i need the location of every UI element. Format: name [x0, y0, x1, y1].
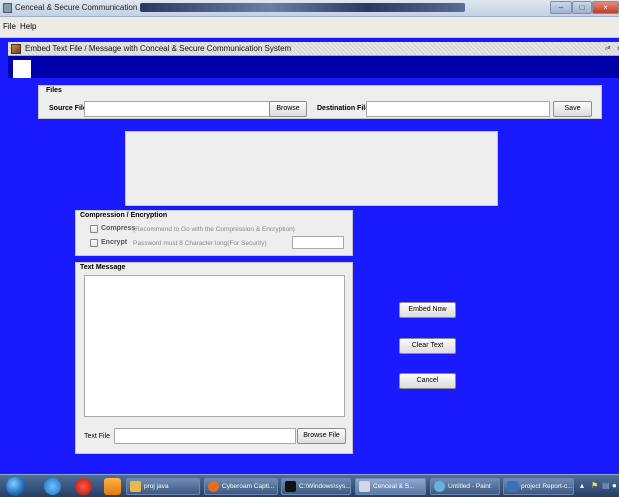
- taskbar-item-cyberoam[interactable]: Cyberoam Capti...: [204, 478, 278, 495]
- java-icon: [359, 481, 370, 492]
- taskbar-item-label: Untitled - Paint: [448, 483, 491, 490]
- compress-label: Compress: [101, 225, 136, 232]
- taskbar-item-cmd[interactable]: C:\Windows\sys...: [281, 478, 351, 495]
- text-message-panel: Text Message Text File Browse File: [75, 262, 353, 454]
- frame-restore-button[interactable]: ▫ˣ: [605, 44, 610, 53]
- toolbar-strip: [8, 56, 619, 78]
- tray-network-icon[interactable]: ▤: [602, 481, 610, 490]
- taskbar-item-proj-java[interactable]: proj java: [126, 478, 200, 495]
- tray-volume-icon[interactable]: ●: [612, 481, 617, 490]
- text-message-legend: Text Message: [79, 264, 127, 271]
- encrypt-hint: Password must 8 Character long(For Secur…: [133, 240, 267, 247]
- tray-flag-icon[interactable]: ⚑: [591, 481, 598, 490]
- text-file-label: Text File: [84, 433, 111, 440]
- menu-bar: File Help: [0, 17, 619, 38]
- browse-button[interactable]: Browse: [269, 101, 307, 117]
- ie-icon[interactable]: [44, 478, 61, 495]
- internal-frame-title: Embed Text File / Message with Conceal &…: [25, 44, 292, 53]
- firefox-icon: [208, 481, 219, 492]
- close-button[interactable]: ×: [592, 1, 619, 14]
- text-file-input[interactable]: [114, 428, 296, 444]
- taskbar-item-label: project Report-c...: [521, 483, 573, 490]
- media-player-icon[interactable]: [104, 478, 121, 495]
- paint-icon: [434, 481, 445, 492]
- destination-file-input[interactable]: [366, 101, 550, 117]
- taskbar-item-label: C:\Windows\sys...: [299, 483, 351, 490]
- taskbar-item-label: Cyberoam Capti...: [222, 483, 275, 490]
- maximize-button[interactable]: □: [572, 1, 592, 14]
- tray-arrow-icon[interactable]: ▴: [580, 481, 584, 490]
- taskbar-item-label: Cenceal & S...: [373, 483, 415, 490]
- preview-panel: [125, 131, 498, 206]
- opera-icon[interactable]: [75, 478, 92, 495]
- files-legend: Files: [45, 87, 63, 94]
- taskbar: proj java Cyberoam Capti... C:\Windows\s…: [0, 474, 619, 497]
- clear-text-button[interactable]: Clear Text: [399, 338, 456, 354]
- compression-encryption-panel: Compression / Encryption Compress (Recom…: [75, 210, 353, 256]
- cancel-button[interactable]: Cancel: [399, 373, 456, 389]
- browse-file-button[interactable]: Browse File: [297, 428, 346, 444]
- window-title-bar[interactable]: Cenceal & Secure Communication System – …: [0, 0, 619, 17]
- start-button-icon[interactable]: [6, 477, 25, 496]
- password-input[interactable]: [292, 236, 344, 249]
- compress-checkbox[interactable]: [90, 225, 98, 233]
- toolbar-placeholder: [13, 60, 31, 78]
- cmd-icon: [285, 481, 296, 492]
- save-button[interactable]: Save: [553, 101, 592, 117]
- title-bar-blur: [140, 3, 465, 12]
- frame-java-icon: [11, 44, 21, 54]
- encrypt-label: Encrypt: [101, 239, 128, 246]
- taskbar-item-cenceal[interactable]: Cenceal & S...: [355, 478, 426, 495]
- files-panel: Files Source File Browse Destination Fil…: [38, 85, 602, 119]
- app-icon: [3, 3, 12, 13]
- embed-now-button[interactable]: Embed Now: [399, 302, 456, 318]
- internal-frame-title-bar[interactable]: Embed Text File / Message with Conceal &…: [8, 42, 619, 56]
- taskbar-item-label: proj java: [144, 483, 169, 490]
- taskbar-item-paint[interactable]: Untitled - Paint: [430, 478, 500, 495]
- taskbar-item-report[interactable]: project Report-c...: [503, 478, 574, 495]
- encrypt-checkbox[interactable]: [90, 239, 98, 247]
- minimize-button[interactable]: –: [550, 1, 572, 14]
- source-file-label: Source File: [49, 105, 87, 112]
- menu-file[interactable]: File: [3, 22, 16, 31]
- message-textarea[interactable]: [84, 275, 345, 417]
- folder-icon: [130, 481, 141, 492]
- compression-legend: Compression / Encryption: [79, 212, 169, 219]
- menu-help[interactable]: Help: [20, 22, 36, 31]
- compress-hint: (Recommend to Go with the Compression & …: [133, 226, 295, 233]
- destination-file-label: Destination File: [317, 105, 370, 112]
- word-icon: [507, 481, 518, 492]
